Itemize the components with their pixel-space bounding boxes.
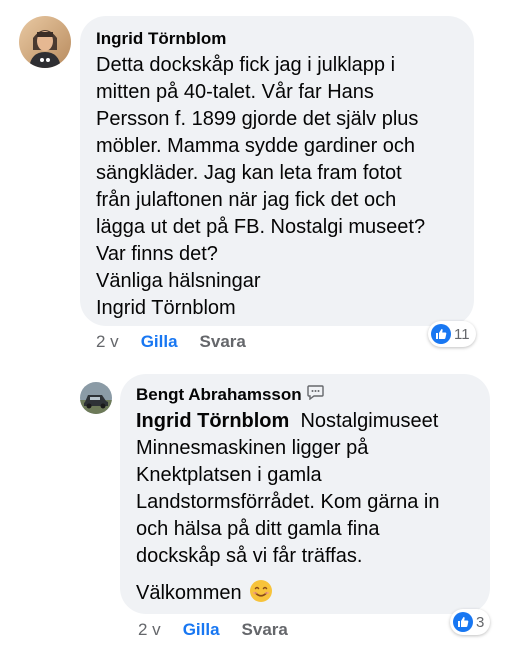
comment-timestamp[interactable]: 2 v — [96, 332, 119, 352]
comment-line: möbler. Mamma sydde gardiner och — [96, 135, 416, 157]
thumbs-up-icon — [431, 324, 451, 344]
closing-text: Välkommen — [136, 582, 242, 604]
comment-author: Bengt Abrahamsson — [136, 385, 474, 405]
reaction-count: 11 — [454, 325, 470, 343]
comment-line: lägga ut det på FB. Nostalgi museet? — [96, 216, 426, 238]
comment-actions: 2 v Gilla Svara — [138, 620, 288, 640]
comment-line: Persson f. 1899 gjorde det själv plus — [96, 108, 419, 130]
comment-line: mitten på 40-talet. Vår far Hans — [96, 81, 374, 103]
reaction-count: 3 — [476, 613, 485, 631]
comment-line: sängkläder. Jag kan leta fram fotot — [96, 162, 402, 184]
comment-line: Detta dockskåp fick jag i julklapp i — [96, 54, 396, 76]
avatar-ingrid[interactable] — [19, 16, 71, 68]
mention-link[interactable]: Ingrid Törnblom — [136, 410, 289, 432]
reply-button[interactable]: Svara — [200, 332, 246, 352]
comment-text: Ingrid Törnblom Nostalgimuseet Minnesmas… — [136, 408, 474, 611]
comment-line: Landstormsförrådet. Kom gärna in — [136, 491, 440, 513]
comment-line: och hälsa på ditt gamla fina — [136, 518, 380, 540]
comment-line: Ingrid Törnblom — [96, 297, 236, 319]
comment-bubble-1: Ingrid Törnblom Detta dockskåp fick jag … — [80, 16, 474, 326]
comment-line: Knektplatsen i gamla — [136, 464, 322, 486]
comment-line: Minnesmaskinen ligger på — [136, 437, 369, 459]
author-name[interactable]: Bengt Abrahamsson — [136, 385, 302, 405]
comment-line: Vänliga hälsningar — [96, 270, 261, 292]
speech-bubble-icon — [306, 385, 324, 405]
comment-line: dockskåp så vi får träffas. — [136, 545, 363, 567]
reaction-summary[interactable]: 3 — [450, 609, 491, 635]
comment-timestamp[interactable]: 2 v — [138, 620, 161, 640]
smile-emoji-icon — [249, 579, 273, 611]
like-button[interactable]: Gilla — [183, 620, 220, 640]
comment-author[interactable]: Ingrid Törnblom — [96, 29, 458, 49]
comment-text: Detta dockskåp fick jag i julklapp i mit… — [96, 52, 458, 322]
thumbs-up-icon — [453, 612, 473, 632]
comment-actions: 2 v Gilla Svara — [96, 332, 246, 352]
reaction-summary[interactable]: 11 — [428, 321, 476, 347]
reply-button[interactable]: Svara — [242, 620, 288, 640]
avatar-bengt[interactable] — [80, 382, 112, 414]
comment-line: Ingrid Törnblom Nostalgimuseet — [136, 408, 474, 435]
like-button[interactable]: Gilla — [141, 332, 178, 352]
comment-line: Var finns det? — [96, 243, 218, 265]
comment-line: från julaftonen när jag fick det och — [96, 189, 397, 211]
comment-line: Välkommen — [136, 579, 474, 611]
comment-line-rest: Nostalgimuseet — [300, 410, 439, 432]
comment-bubble-2: Bengt Abrahamsson Ingrid Törnblom Nostal… — [120, 374, 490, 614]
